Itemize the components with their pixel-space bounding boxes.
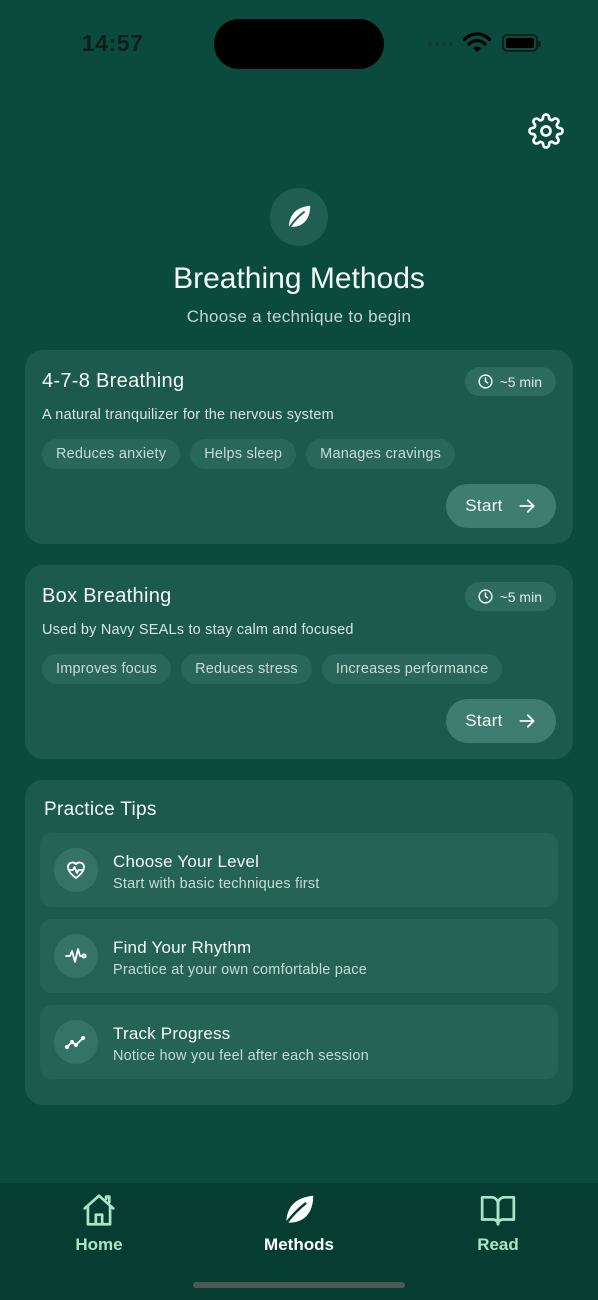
method-title: 4-7-8 Breathing	[42, 370, 185, 392]
tab-label: Read	[477, 1235, 519, 1254]
method-card-478[interactable]: 4-7-8 Breathing ~5 min A natural tranqui…	[25, 350, 573, 544]
settings-gear-icon[interactable]	[528, 113, 564, 149]
arrow-right-icon	[519, 499, 535, 513]
leaf-icon	[283, 1195, 314, 1227]
benefit-tags: Improves focus Reduces stress Increases …	[42, 654, 503, 684]
duration-badge: ~5 min	[464, 582, 556, 611]
tip-title: Choose Your Level	[113, 852, 260, 871]
activity-icon	[54, 934, 98, 978]
tab-label: Home	[75, 1235, 123, 1254]
practice-tips-card: Practice Tips Choose Your Level Start wi…	[25, 780, 573, 1105]
page-title: Breathing Methods	[173, 262, 425, 295]
home-icon	[83, 1194, 115, 1226]
status-time: 14:57	[82, 30, 144, 56]
home-indicator	[193, 1282, 405, 1288]
duration-text: ~5 min	[499, 373, 542, 390]
tip-item: Track Progress Notice how you feel after…	[40, 1005, 558, 1079]
tab-methods[interactable]: Methods	[239, 1191, 359, 1261]
method-card-box[interactable]: Box Breathing ~5 min Used by Navy SEALs …	[25, 565, 573, 759]
dynamic-island	[214, 19, 384, 69]
tab-home[interactable]: Home	[39, 1191, 159, 1261]
tab-label: Methods	[264, 1235, 334, 1254]
benefit-tag: Manages cravings	[306, 439, 456, 469]
benefit-tag: Improves focus	[42, 654, 172, 684]
method-title: Box Breathing	[42, 585, 172, 607]
hero-leaf-icon	[270, 188, 328, 246]
method-description: Used by Navy SEALs to stay calm and focu…	[42, 622, 354, 638]
clock-icon	[477, 374, 493, 389]
tip-description: Start with basic techniques first	[113, 876, 320, 892]
cellular-signal-icon	[428, 42, 453, 46]
tip-description: Practice at your own comfortable pace	[113, 962, 368, 978]
trending-up-icon	[54, 1020, 98, 1064]
duration-text: ~5 min	[499, 588, 542, 605]
benefit-tag: Increases performance	[321, 654, 503, 684]
start-label: Start	[465, 711, 503, 730]
tip-title: Find Your Rhythm	[113, 938, 252, 957]
tab-read[interactable]: Read	[438, 1191, 558, 1261]
benefit-tag: Reduces stress	[181, 654, 312, 684]
start-label: Start	[465, 496, 503, 515]
status-bar: 14:57	[0, 0, 598, 90]
duration-badge: ~5 min	[464, 367, 556, 396]
wifi-icon	[462, 32, 492, 52]
tips-title: Practice Tips	[44, 799, 157, 820]
benefit-tag: Reduces anxiety	[42, 439, 181, 469]
start-button-478[interactable]: Start	[446, 484, 556, 528]
benefit-tags: Reduces anxiety Helps sleep Manages crav…	[42, 439, 456, 469]
page-subtitle: Choose a technique to begin	[186, 307, 412, 326]
start-button-box[interactable]: Start	[446, 699, 556, 743]
tip-description: Notice how you feel after each session	[113, 1048, 369, 1064]
arrow-right-icon	[519, 714, 535, 728]
book-icon	[480, 1195, 516, 1226]
method-description: A natural tranquilizer for the nervous s…	[42, 407, 334, 423]
tip-item: Find Your Rhythm Practice at your own co…	[40, 919, 558, 993]
benefit-tag: Helps sleep	[190, 439, 297, 469]
battery-icon	[502, 34, 541, 52]
clock-icon	[477, 589, 493, 604]
tip-title: Track Progress	[113, 1024, 231, 1043]
heart-pulse-icon	[54, 848, 98, 892]
tip-item: Choose Your Level Start with basic techn…	[40, 833, 558, 907]
